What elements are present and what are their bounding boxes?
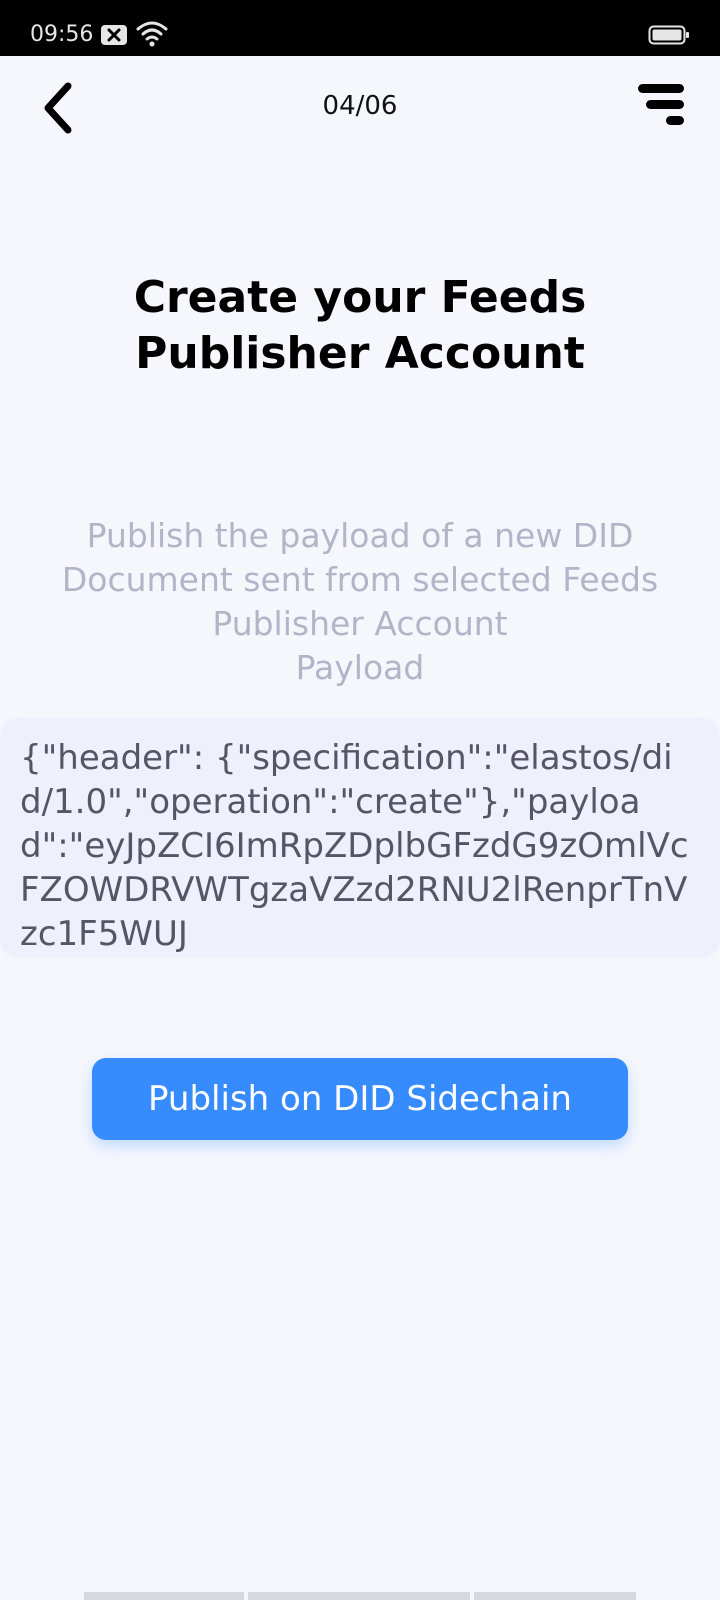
payload-box[interactable]: {"header": {"specification":"elastos/did… <box>0 718 720 958</box>
menu-button[interactable] <box>628 76 692 140</box>
status-time: 09:56 <box>30 22 94 47</box>
status-bar: 09:56 <box>0 0 720 56</box>
back-button[interactable] <box>30 76 90 140</box>
menu-lines-icon <box>638 84 684 125</box>
description: Publish the payload of a new DID Documen… <box>20 514 700 690</box>
step-indicator: 04/06 <box>322 91 398 121</box>
chevron-left-icon <box>44 82 72 134</box>
notification-x-icon <box>101 25 127 45</box>
payload-label: Payload <box>295 648 425 687</box>
battery-icon <box>648 25 689 45</box>
page-title: Create your Feeds Publisher Account <box>133 272 587 379</box>
description-text: Publish the payload of a new DID Documen… <box>61 516 659 643</box>
payload-text: {"header": {"specification":"elastos/did… <box>20 738 689 954</box>
nav-segment <box>474 1592 636 1600</box>
nav-segment <box>248 1592 470 1600</box>
system-nav-bar <box>84 1592 636 1600</box>
header: 04/06 <box>0 56 720 156</box>
nav-segment <box>84 1592 244 1600</box>
publish-button[interactable]: Publish on DID Sidechain <box>92 1058 628 1140</box>
wifi-icon <box>136 21 168 47</box>
